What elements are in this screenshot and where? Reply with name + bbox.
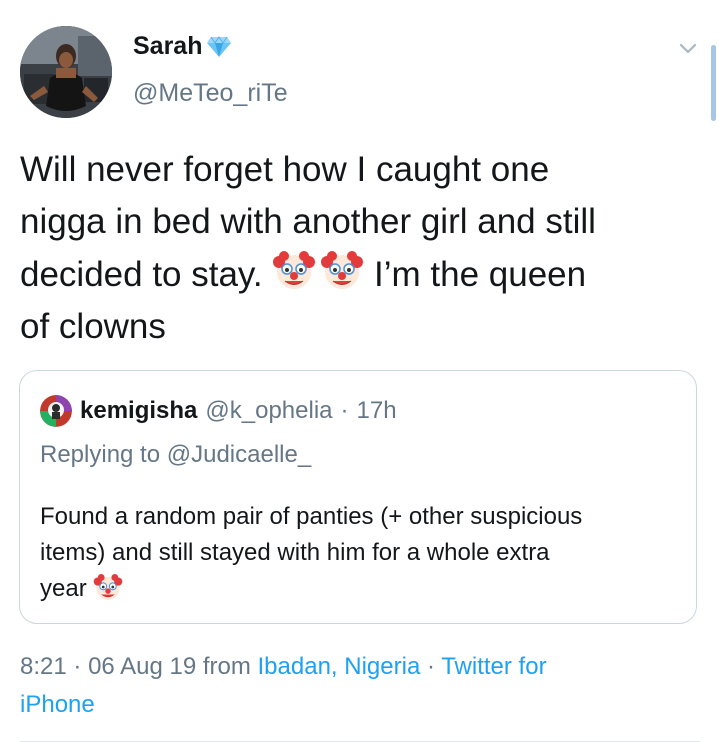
quoted-display-name: kemigisha (80, 397, 198, 424)
quoted-tweet-text: Found a random pair of panties (+ other … (40, 499, 680, 607)
replying-to-line: Replying to @Judicaelle_ (40, 441, 311, 469)
quoted-tweet-card[interactable]: kemigisha @k_ophelia · 17h Replying to @… (19, 370, 697, 624)
author-handle[interactable]: @MeTeo_riTe (133, 79, 288, 108)
source-text: iPhone (20, 691, 95, 718)
quoted-text-line: Found a random pair of panties (+ other … (40, 503, 583, 530)
quoted-handle: @k_ophelia (205, 397, 333, 424)
location-link[interactable]: Ibadan, Nigeria (258, 653, 421, 680)
clown-face-icon (273, 251, 316, 289)
quoted-text-line: year (40, 575, 94, 602)
quoted-text-line: items) and still stayed with him for a w… (40, 539, 550, 566)
quoted-avatar (40, 395, 72, 427)
tweet-text-line: nigga in bed with another girl and still (20, 202, 596, 241)
tweet-date: 06 Aug 19 (88, 653, 197, 680)
profile-photo (20, 26, 112, 118)
chevron-down-icon[interactable] (676, 36, 700, 60)
quoted-timestamp: 17h (356, 397, 397, 424)
tweet-text-line: of clowns (20, 307, 166, 346)
tweet-meta: 8:21 · 06 Aug 19 from Ibadan, Nigeria · … (20, 648, 700, 724)
quoted-profile-photo (40, 395, 72, 427)
tweet-text-line: Will never forget how I caught one (20, 150, 550, 189)
tweet-text: Will never forget how I caught one nigga… (20, 144, 700, 353)
replying-to-mention: @Judicaelle_ (166, 441, 312, 468)
tweet-text-line: decided to stay. (20, 255, 273, 294)
separator-dot: · (340, 397, 349, 424)
from-label: from (202, 653, 251, 680)
clown-face-icon (321, 251, 364, 289)
blue-diamond-icon (207, 35, 232, 57)
avatar[interactable] (20, 26, 112, 118)
replying-prefix: Replying to (40, 441, 161, 468)
tweet-time: 8:21 (20, 653, 67, 680)
clown-face-icon (94, 574, 123, 600)
divider (20, 741, 700, 742)
source-text: Twitter for (441, 653, 547, 680)
author-display-name[interactable]: Sarah (133, 32, 202, 61)
separator-dot: · (73, 653, 82, 680)
separator-dot: · (426, 653, 435, 680)
tweet-text-line: I’m the queen (364, 255, 587, 294)
scrollbar-thumb[interactable] (711, 45, 716, 121)
